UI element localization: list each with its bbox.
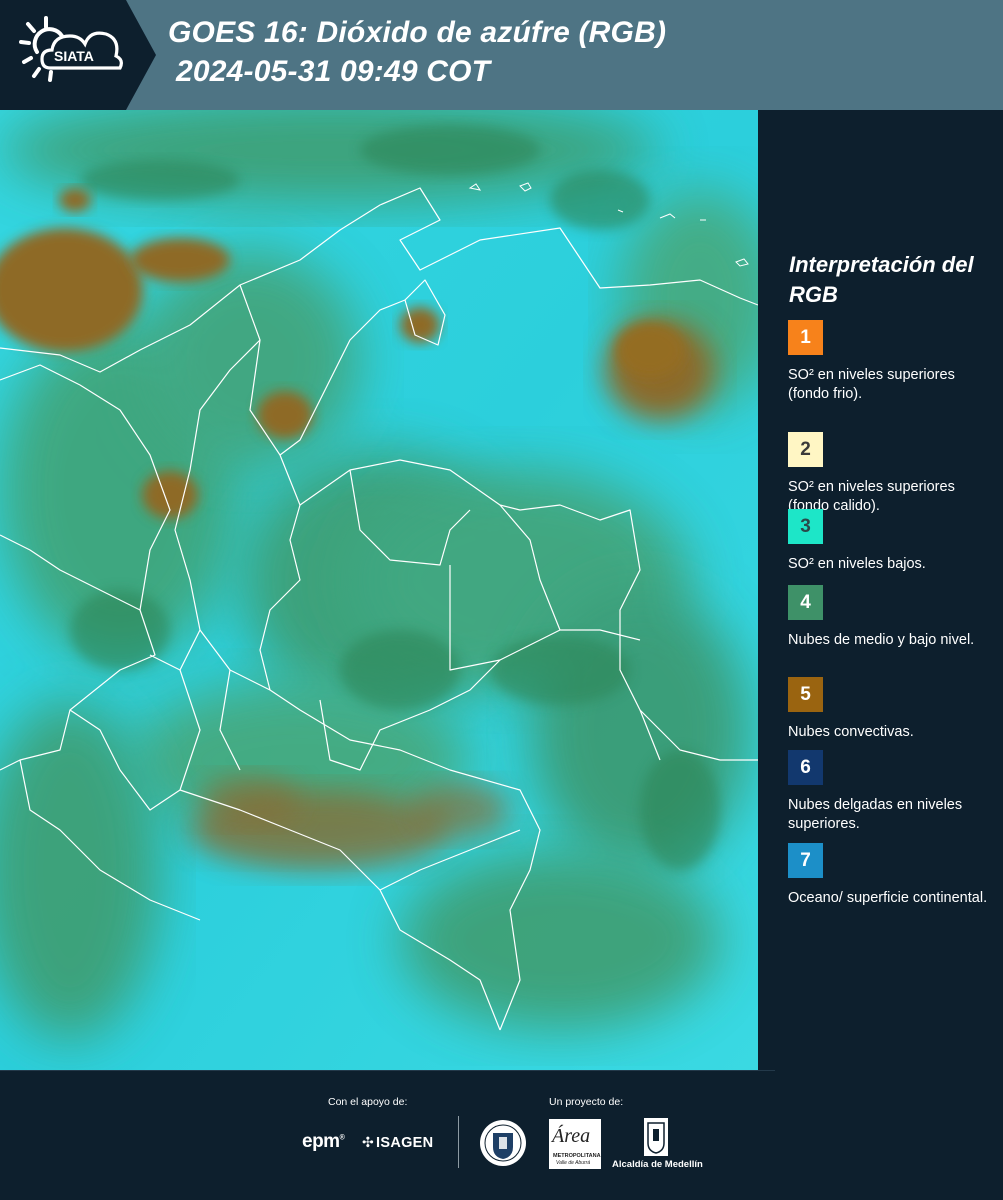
legend-item-4: 4 Nubes de medio y bajo nivel. bbox=[788, 585, 993, 650]
goes16-so2-rgb-image bbox=[0, 110, 758, 1070]
isagen-logo[interactable]: ✣ ISAGEN bbox=[362, 1134, 433, 1151]
alcaldia-logo-text[interactable]: Alcaldía de Medellín bbox=[612, 1159, 703, 1170]
legend-swatch: 5 bbox=[788, 677, 823, 712]
project-caption: Un proyecto de: bbox=[549, 1096, 624, 1108]
legend-label: Nubes de medio y bajo nivel. bbox=[788, 632, 975, 648]
logo-text: SIATA bbox=[54, 48, 94, 64]
area-metropolitana-logo[interactable]: Área METROPOLITANA Valle de Aburrá bbox=[549, 1119, 601, 1169]
alcaldia-shield-icon bbox=[644, 1118, 668, 1156]
satellite-map[interactable] bbox=[0, 110, 758, 1070]
isagen-mark-icon: ✣ bbox=[362, 1134, 375, 1150]
legend-item-2: 2 SO² en niveles superiores (fondo calido… bbox=[788, 432, 993, 516]
footer-divider bbox=[458, 1116, 459, 1168]
area-logo-sub2: Valle de Aburrá bbox=[556, 1160, 591, 1166]
area-logo-sub1: METROPOLITANA bbox=[553, 1153, 601, 1159]
legend-label: Nubes convectivas. bbox=[788, 724, 914, 740]
legend-swatch: 6 bbox=[788, 750, 823, 785]
legend-label: SO² en niveles superiores (fondo frio). bbox=[788, 367, 955, 402]
header-bar: SIATA GOES 16: Dióxido de azúfre (RGB) 2… bbox=[0, 0, 1003, 110]
legend-item-3: 3 SO² en niveles bajos. bbox=[788, 509, 993, 574]
legend-item-5: 5 Nubes convectivas. bbox=[788, 677, 993, 742]
legend-swatch: 7 bbox=[788, 843, 823, 878]
medellin-seal-icon[interactable] bbox=[479, 1119, 527, 1167]
legend-item-1: 1 SO² en niveles superiores (fondo frio). bbox=[788, 320, 993, 404]
legend-swatch: 2 bbox=[788, 432, 823, 467]
legend-swatch: 3 bbox=[788, 509, 823, 544]
legend-label: Oceano/ superficie continental. bbox=[788, 890, 988, 906]
epm-logo-text: epm bbox=[302, 1131, 340, 1152]
legend-swatch: 1 bbox=[788, 320, 823, 355]
legend-panel: Interpretación del RGB 1 SO² en niveles s… bbox=[760, 110, 1003, 1070]
legend-label: Nubes delgadas en niveles superiores. bbox=[788, 797, 963, 832]
support-caption: Con el apoyo de: bbox=[328, 1096, 408, 1108]
legend-item-7: 7 Oceano/ superficie continental. bbox=[788, 843, 993, 908]
epm-logo[interactable]: epm® bbox=[302, 1131, 345, 1153]
page-title: GOES 16: Dióxido de azúfre (RGB) bbox=[168, 16, 667, 49]
area-logo-text: Área bbox=[552, 1125, 591, 1147]
legend-item-6: 6 Nubes delgadas en niveles superiores. bbox=[788, 750, 993, 834]
timestamp: 2024-05-31 09:49 COT bbox=[176, 55, 491, 88]
legend-title: Interpretación del RGB bbox=[789, 252, 974, 307]
legend-label: SO² en niveles bajos. bbox=[788, 556, 926, 572]
legend-swatch: 4 bbox=[788, 585, 823, 620]
siata-logo[interactable]: SIATA bbox=[14, 12, 126, 96]
footer-rule bbox=[0, 1070, 775, 1071]
footer: Con el apoyo de: Un proyecto de: epm® ✣ I… bbox=[0, 1070, 1003, 1200]
isagen-logo-text: ISAGEN bbox=[376, 1135, 434, 1151]
